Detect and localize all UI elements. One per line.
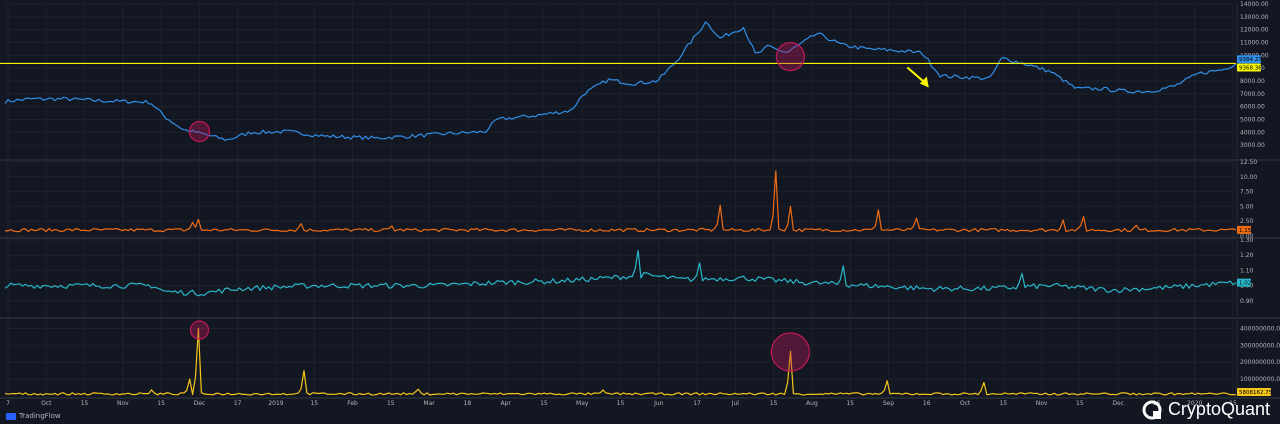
x-tick-label: 15 [846, 400, 854, 407]
y-tick-label: 7000.00 [1240, 91, 1265, 98]
y-tick-label: 2.50 [1240, 218, 1254, 225]
y-tick-label: 100000000.00 [1240, 376, 1280, 383]
x-tick-label: 15 [1076, 400, 1084, 407]
tradingflow-logo: TradingFlow [6, 412, 61, 420]
y-tick-label: 1.20 [1240, 252, 1254, 259]
y-tick-label: 14000.00 [1240, 1, 1269, 8]
x-tick-label: Jun [653, 400, 664, 407]
x-tick-label: Dec [1112, 400, 1124, 407]
cryptoquant-icon [1142, 400, 1162, 419]
value-badge-label: 5808162.75 [1239, 390, 1273, 396]
cryptoquant-label: CryptoQuant [1167, 399, 1270, 419]
y-tick-label: 12.50 [1240, 159, 1257, 166]
cryptoquant-watermark: CryptoQuant [1142, 399, 1270, 420]
price-badge-label: 9384.27 [1239, 57, 1262, 63]
y-tick-label: 4000.00 [1240, 129, 1265, 136]
y-tick-label: 6000.00 [1240, 104, 1265, 111]
x-tick-label: Jul [731, 400, 740, 407]
x-tick-label: 15 [81, 400, 89, 407]
highlight-circle [775, 42, 805, 72]
highlight-circle [188, 120, 211, 143]
x-tick-label: 15 [770, 400, 778, 407]
chart-canvas: 14000.0013000.0012000.0011000.0010000.00… [0, 0, 1280, 424]
x-tick-label: 2019 [268, 400, 283, 407]
x-tick-label: Nov [1036, 400, 1048, 407]
x-tick-label: 7 [6, 400, 10, 407]
x-tick-label: Feb [347, 400, 358, 407]
y-tick-label: 400000000.00 [1240, 325, 1280, 332]
highlight-circle [189, 320, 210, 340]
x-tick-label: 15 [387, 400, 395, 407]
y-tick-label: 10.00 [1240, 174, 1257, 181]
x-tick-label: 15 [310, 400, 318, 407]
x-tick-label: 18 [464, 400, 472, 407]
y-tick-label: 1.10 [1240, 267, 1254, 274]
x-tick-label: 17 [693, 400, 701, 407]
x-tick-label: Nov [117, 400, 129, 407]
y-tick-label: 13000.00 [1240, 14, 1269, 21]
x-tick-label: Oct [960, 400, 971, 407]
x-tick-label: Aug [806, 400, 818, 407]
x-tick-label: Mar [423, 400, 435, 407]
x-tick-label: May [576, 400, 589, 407]
x-tick-label: 15 [157, 400, 165, 407]
price-badge-label: 9368.36 [1239, 65, 1262, 71]
x-tick-label: Sep [883, 400, 895, 407]
x-tick-label: 17 [234, 400, 242, 407]
tradingflow-label: TradingFlow [19, 412, 61, 420]
x-tick-label: 16 [923, 400, 931, 407]
x-tick-label: Dec [194, 400, 206, 407]
value-badge-label: 1.15 [1239, 228, 1252, 234]
y-tick-label: 3000.00 [1240, 142, 1265, 149]
highlight-circle [770, 332, 810, 372]
y-tick-label: 7.50 [1240, 189, 1254, 196]
value-badge-label: 1.02 [1239, 281, 1251, 287]
y-tick-label: 300000000.00 [1240, 342, 1280, 349]
x-tick-label: Oct [41, 400, 52, 407]
y-tick-label: 0.90 [1240, 298, 1254, 305]
x-tick-label: 15 [617, 400, 625, 407]
x-tick-label: Apr [500, 400, 511, 407]
y-tick-label: 8000.00 [1240, 78, 1265, 85]
y-tick-label: 5.00 [1240, 203, 1254, 210]
x-tick-label: 15 [999, 400, 1007, 407]
x-tick-label: 15 [540, 400, 548, 407]
y-tick-label: 12000.00 [1240, 27, 1269, 34]
y-tick-label: 200000000.00 [1240, 359, 1280, 366]
y-tick-label: 5000.00 [1240, 117, 1265, 124]
tradingflow-icon [6, 412, 16, 420]
y-tick-label: 11000.00 [1240, 40, 1269, 47]
y-tick-label: 1.30 [1240, 237, 1254, 244]
